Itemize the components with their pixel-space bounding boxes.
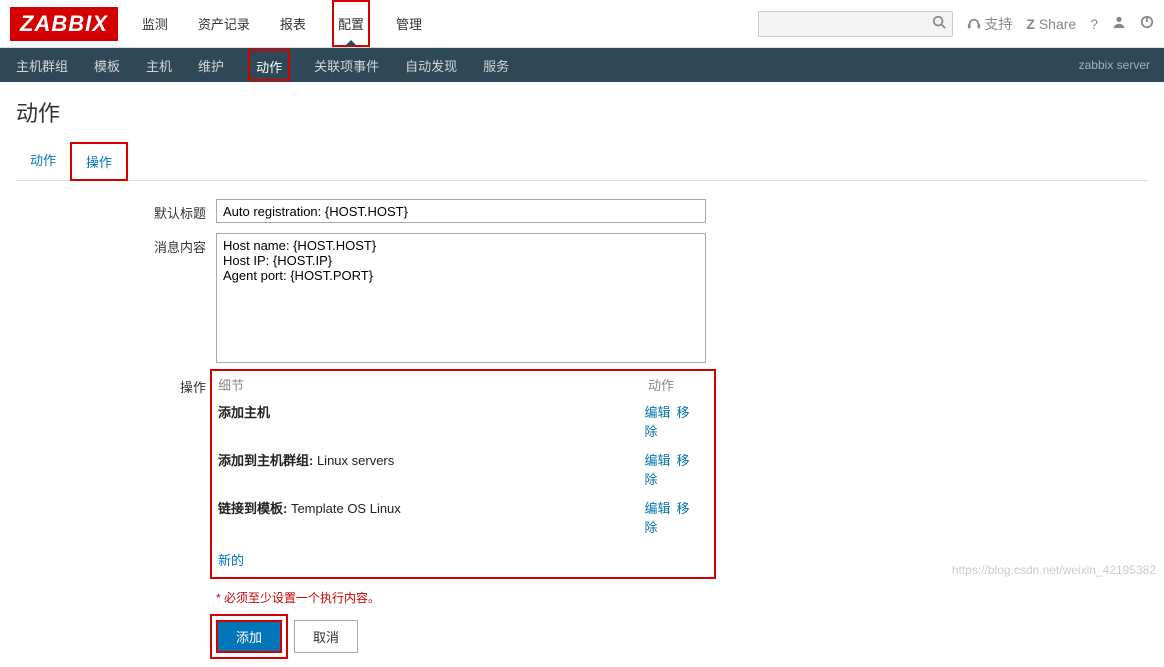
- op-detail-bold: 添加主机: [218, 405, 270, 420]
- subnav-hosts[interactable]: 主机: [144, 48, 174, 83]
- op-row: 添加主机 编辑移除: [218, 402, 708, 440]
- search-input[interactable]: [758, 11, 953, 37]
- watermark: https://blog.csdn.net/weixin_42195382: [952, 563, 1156, 577]
- op-detail-val: Linux servers: [313, 453, 394, 468]
- required-note: * 必须至少设置一个执行内容。: [216, 589, 1148, 606]
- subnav-discovery[interactable]: 自动发现: [403, 48, 459, 83]
- tabs: 动作 操作: [16, 142, 1148, 181]
- topnav-admin[interactable]: 管理: [392, 0, 426, 47]
- op-edit-link[interactable]: 编辑: [644, 405, 670, 420]
- topnav-monitoring[interactable]: 监测: [138, 0, 172, 47]
- user-icon[interactable]: [1112, 15, 1126, 32]
- op-detail-bold: 添加到主机群组:: [218, 453, 313, 468]
- tab-operations[interactable]: 操作: [70, 142, 128, 181]
- label-message: 消息内容: [16, 233, 216, 363]
- op-edit-link[interactable]: 编辑: [644, 453, 670, 468]
- op-edit-link[interactable]: 编辑: [644, 501, 670, 516]
- tab-action[interactable]: 动作: [16, 142, 70, 180]
- power-icon[interactable]: [1140, 15, 1154, 32]
- subnav-hostgroups[interactable]: 主机群组: [14, 48, 70, 83]
- ops-head-action: 动作: [648, 375, 708, 394]
- input-default-title[interactable]: [216, 199, 706, 223]
- help-icon[interactable]: ?: [1090, 16, 1098, 32]
- op-row: 链接到模板: Template OS Linux 编辑移除: [218, 498, 708, 536]
- cancel-button[interactable]: 取消: [294, 620, 358, 653]
- textarea-message[interactable]: Host name: {HOST.HOST} Host IP: {HOST.IP…: [216, 233, 706, 363]
- subnav-server: zabbix server: [1079, 58, 1150, 72]
- subnav-maintenance[interactable]: 维护: [196, 48, 226, 83]
- topnav-configuration[interactable]: 配置: [332, 0, 370, 47]
- share-label: Share: [1039, 16, 1076, 32]
- topnav-right: 支持 Z Share ?: [758, 11, 1155, 37]
- logo: ZABBIX: [10, 7, 118, 41]
- subnav-services[interactable]: 服务: [481, 48, 511, 83]
- topnav-inventory[interactable]: 资产记录: [194, 0, 254, 47]
- share-link[interactable]: Z Share: [1026, 16, 1076, 32]
- op-detail-bold: 链接到模板:: [218, 501, 287, 516]
- submit-button[interactable]: 添加: [216, 620, 282, 653]
- page-title: 动作: [16, 96, 1148, 128]
- support-label: 支持: [984, 16, 1012, 32]
- top-nav: ZABBIX 监测 资产记录 报表 配置 管理 支持 Z Share ?: [0, 0, 1164, 48]
- form: 默认标题 消息内容 Host name: {HOST.HOST} Host IP…: [16, 181, 1148, 653]
- operations-table: 细节 动作 添加主机 编辑移除 添加到主机群组: Linux servers 编…: [218, 375, 708, 569]
- ops-head-detail: 细节: [218, 375, 648, 394]
- subnav-actions[interactable]: 动作: [248, 49, 290, 81]
- label-default-title: 默认标题: [16, 199, 216, 223]
- op-new-link[interactable]: 新的: [218, 550, 244, 569]
- sub-nav: 主机群组 模板 主机 维护 动作 关联项事件 自动发现 服务 zabbix se…: [0, 48, 1164, 82]
- topnav-menu: 监测 资产记录 报表 配置 管理: [138, 0, 426, 47]
- search-icon: [932, 15, 946, 32]
- page-body: 动作 动作 操作 默认标题 消息内容 Host name: {HOST.HOST…: [0, 82, 1164, 667]
- support-link[interactable]: 支持: [967, 14, 1013, 34]
- op-detail-val: Template OS Linux: [287, 501, 400, 516]
- op-row: 添加到主机群组: Linux servers 编辑移除: [218, 450, 708, 488]
- subnav-correlation[interactable]: 关联项事件: [312, 48, 381, 83]
- topnav-reports[interactable]: 报表: [276, 0, 310, 47]
- subnav-templates[interactable]: 模板: [92, 48, 122, 83]
- label-operations: 操作: [16, 373, 216, 579]
